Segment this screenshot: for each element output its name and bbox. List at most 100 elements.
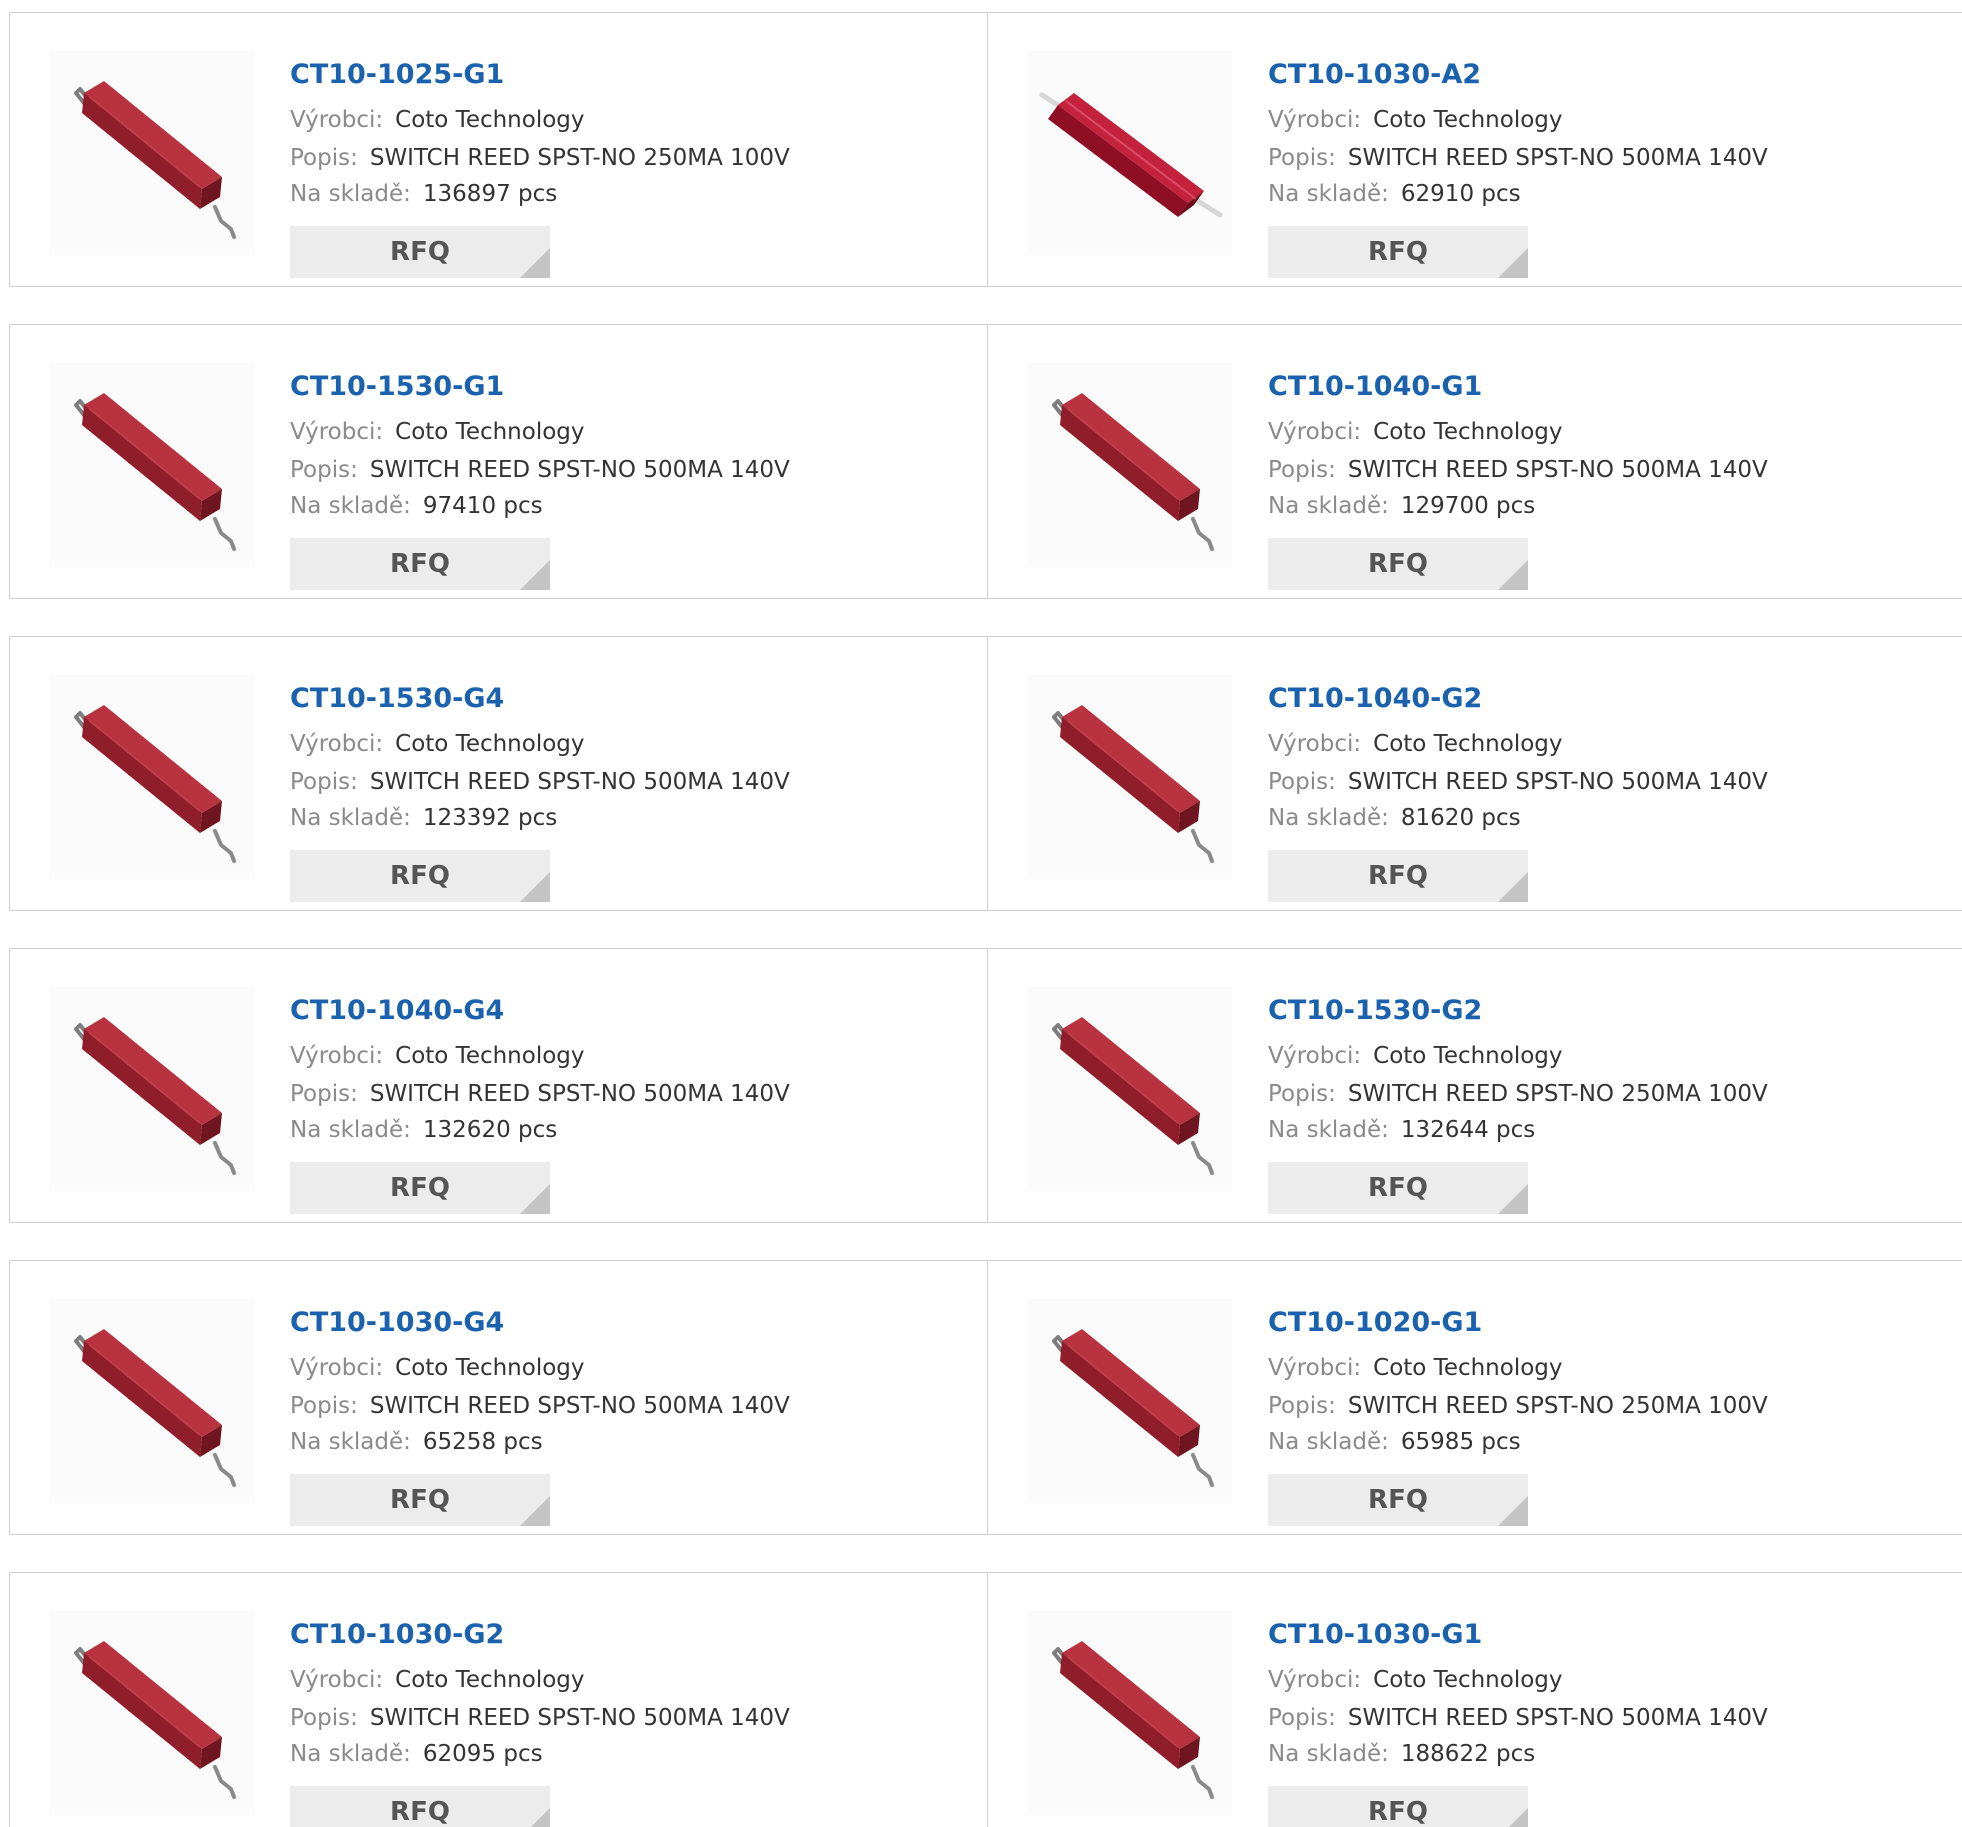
manufacturer-value: Coto Technology <box>395 1043 585 1069</box>
description-value: SWITCH REED SPST-NO 500MA 140V <box>369 1705 790 1731</box>
rfq-button[interactable]: RFQ <box>290 1162 550 1214</box>
rfq-label: RFQ <box>1368 549 1428 579</box>
part-number-link[interactable]: CT10-1030-G2 <box>290 1619 504 1650</box>
manufacturer-label: Výrobci: <box>1268 419 1362 445</box>
description-value: SWITCH REED SPST-NO 500MA 140V <box>369 1081 790 1107</box>
description-row: Popis: SWITCH REED SPST-NO 500MA 140V <box>1268 144 1768 172</box>
reed-switch-gullwing-icon <box>74 393 236 551</box>
product-card: CT10-1020-G1 Výrobci: Coto Technology Pop… <box>987 1261 1962 1534</box>
rfq-button[interactable]: RFQ <box>1268 538 1528 590</box>
reed-switch-gullwing-icon <box>1052 1329 1214 1487</box>
manufacturer-row: Výrobci: Coto Technology <box>1268 1354 1563 1382</box>
description-row: Popis: SWITCH REED SPST-NO 250MA 100V <box>1268 1080 1768 1108</box>
product-row: CT10-1030-G4 Výrobci: Coto Technology Pop… <box>9 1260 1962 1535</box>
part-number-link[interactable]: CT10-1040-G1 <box>1268 371 1482 402</box>
manufacturer-value: Coto Technology <box>1373 1043 1563 1069</box>
part-number-link[interactable]: CT10-1025-G1 <box>290 59 504 90</box>
product-image[interactable] <box>1028 363 1232 567</box>
rfq-button[interactable]: RFQ <box>290 538 550 590</box>
manufacturer-row: Výrobci: Coto Technology <box>1268 106 1563 134</box>
corner-triangle-icon <box>1498 1496 1528 1526</box>
corner-triangle-icon <box>520 248 550 278</box>
manufacturer-label: Výrobci: <box>1268 1043 1362 1069</box>
product-image[interactable] <box>1028 675 1232 879</box>
part-number-link[interactable]: CT10-1530-G2 <box>1268 995 1482 1026</box>
description-label: Popis: <box>290 1393 358 1419</box>
product-row: CT10-1030-G2 Výrobci: Coto Technology Pop… <box>9 1572 1962 1827</box>
product-image[interactable] <box>1028 987 1232 1191</box>
product-image[interactable] <box>50 1611 254 1815</box>
description-value: SWITCH REED SPST-NO 500MA 140V <box>1347 145 1768 171</box>
description-row: Popis: SWITCH REED SPST-NO 500MA 140V <box>290 456 790 484</box>
rfq-button[interactable]: RFQ <box>1268 1786 1528 1827</box>
description-label: Popis: <box>290 145 358 171</box>
product-image[interactable] <box>1028 1611 1232 1815</box>
product-image[interactable] <box>50 363 254 567</box>
reed-switch-gullwing-icon <box>74 1641 236 1799</box>
manufacturer-label: Výrobci: <box>290 731 384 757</box>
stock-row: Na skladě: 129700 pcs <box>1268 492 1535 520</box>
part-number-link[interactable]: CT10-1030-A2 <box>1268 59 1481 90</box>
description-label: Popis: <box>1268 145 1336 171</box>
stock-label: Na skladě: <box>1268 1117 1389 1143</box>
rfq-button[interactable]: RFQ <box>1268 850 1528 902</box>
rfq-label: RFQ <box>1368 1797 1428 1827</box>
description-label: Popis: <box>1268 457 1336 483</box>
rfq-button[interactable]: RFQ <box>1268 1474 1528 1526</box>
part-number-link[interactable]: CT10-1530-G4 <box>290 683 504 714</box>
manufacturer-row: Výrobci: Coto Technology <box>290 418 585 446</box>
rfq-button[interactable]: RFQ <box>290 1786 550 1827</box>
description-value: SWITCH REED SPST-NO 500MA 140V <box>369 457 790 483</box>
product-card: CT10-1530-G4 Výrobci: Coto Technology Pop… <box>10 637 987 910</box>
part-number-link[interactable]: CT10-1040-G4 <box>290 995 504 1026</box>
description-value: SWITCH REED SPST-NO 500MA 140V <box>369 1393 790 1419</box>
manufacturer-label: Výrobci: <box>290 1355 384 1381</box>
rfq-button[interactable]: RFQ <box>290 850 550 902</box>
description-label: Popis: <box>1268 1393 1336 1419</box>
description-row: Popis: SWITCH REED SPST-NO 500MA 140V <box>290 1704 790 1732</box>
manufacturer-label: Výrobci: <box>290 1043 384 1069</box>
description-value: SWITCH REED SPST-NO 500MA 140V <box>1347 769 1768 795</box>
rfq-button[interactable]: RFQ <box>290 226 550 278</box>
description-label: Popis: <box>1268 1705 1336 1731</box>
product-row: CT10-1025-G1 Výrobci: Coto Technology Pop… <box>9 12 1962 287</box>
manufacturer-value: Coto Technology <box>395 107 585 133</box>
manufacturer-row: Výrobci: Coto Technology <box>290 106 585 134</box>
part-number-link[interactable]: CT10-1030-G1 <box>1268 1619 1482 1650</box>
product-card: CT10-1030-G2 Výrobci: Coto Technology Pop… <box>10 1573 987 1827</box>
corner-triangle-icon <box>1498 1184 1528 1214</box>
stock-value: 62095 pcs <box>422 1741 543 1767</box>
rfq-button[interactable]: RFQ <box>1268 1162 1528 1214</box>
rfq-button[interactable]: RFQ <box>1268 226 1528 278</box>
product-image[interactable] <box>50 987 254 1191</box>
manufacturer-value: Coto Technology <box>1373 107 1563 133</box>
product-image[interactable] <box>50 1299 254 1503</box>
stock-value: 97410 pcs <box>422 493 543 519</box>
description-value: SWITCH REED SPST-NO 500MA 140V <box>1347 457 1768 483</box>
manufacturer-value: Coto Technology <box>1373 1667 1563 1693</box>
part-number-link[interactable]: CT10-1040-G2 <box>1268 683 1482 714</box>
product-image[interactable] <box>50 51 254 255</box>
description-row: Popis: SWITCH REED SPST-NO 500MA 140V <box>1268 1704 1768 1732</box>
product-card: CT10-1030-G1 Výrobci: Coto Technology Pop… <box>987 1573 1962 1827</box>
product-image[interactable] <box>1028 51 1232 255</box>
description-label: Popis: <box>1268 1081 1336 1107</box>
part-number-link[interactable]: CT10-1020-G1 <box>1268 1307 1482 1338</box>
part-number-link[interactable]: CT10-1530-G1 <box>290 371 504 402</box>
description-label: Popis: <box>290 769 358 795</box>
stock-row: Na skladě: 136897 pcs <box>290 180 557 208</box>
rfq-label: RFQ <box>390 549 450 579</box>
corner-triangle-icon <box>1498 248 1528 278</box>
reed-switch-gullwing-icon <box>74 1017 236 1175</box>
description-value: SWITCH REED SPST-NO 250MA 100V <box>369 145 790 171</box>
rfq-label: RFQ <box>390 1485 450 1515</box>
product-image[interactable] <box>50 675 254 879</box>
stock-value: 65258 pcs <box>422 1429 543 1455</box>
part-number-link[interactable]: CT10-1030-G4 <box>290 1307 504 1338</box>
corner-triangle-icon <box>1498 560 1528 590</box>
manufacturer-row: Výrobci: Coto Technology <box>1268 418 1563 446</box>
stock-row: Na skladě: 97410 pcs <box>290 492 543 520</box>
product-image[interactable] <box>1028 1299 1232 1503</box>
stock-row: Na skladě: 132644 pcs <box>1268 1116 1535 1144</box>
rfq-button[interactable]: RFQ <box>290 1474 550 1526</box>
